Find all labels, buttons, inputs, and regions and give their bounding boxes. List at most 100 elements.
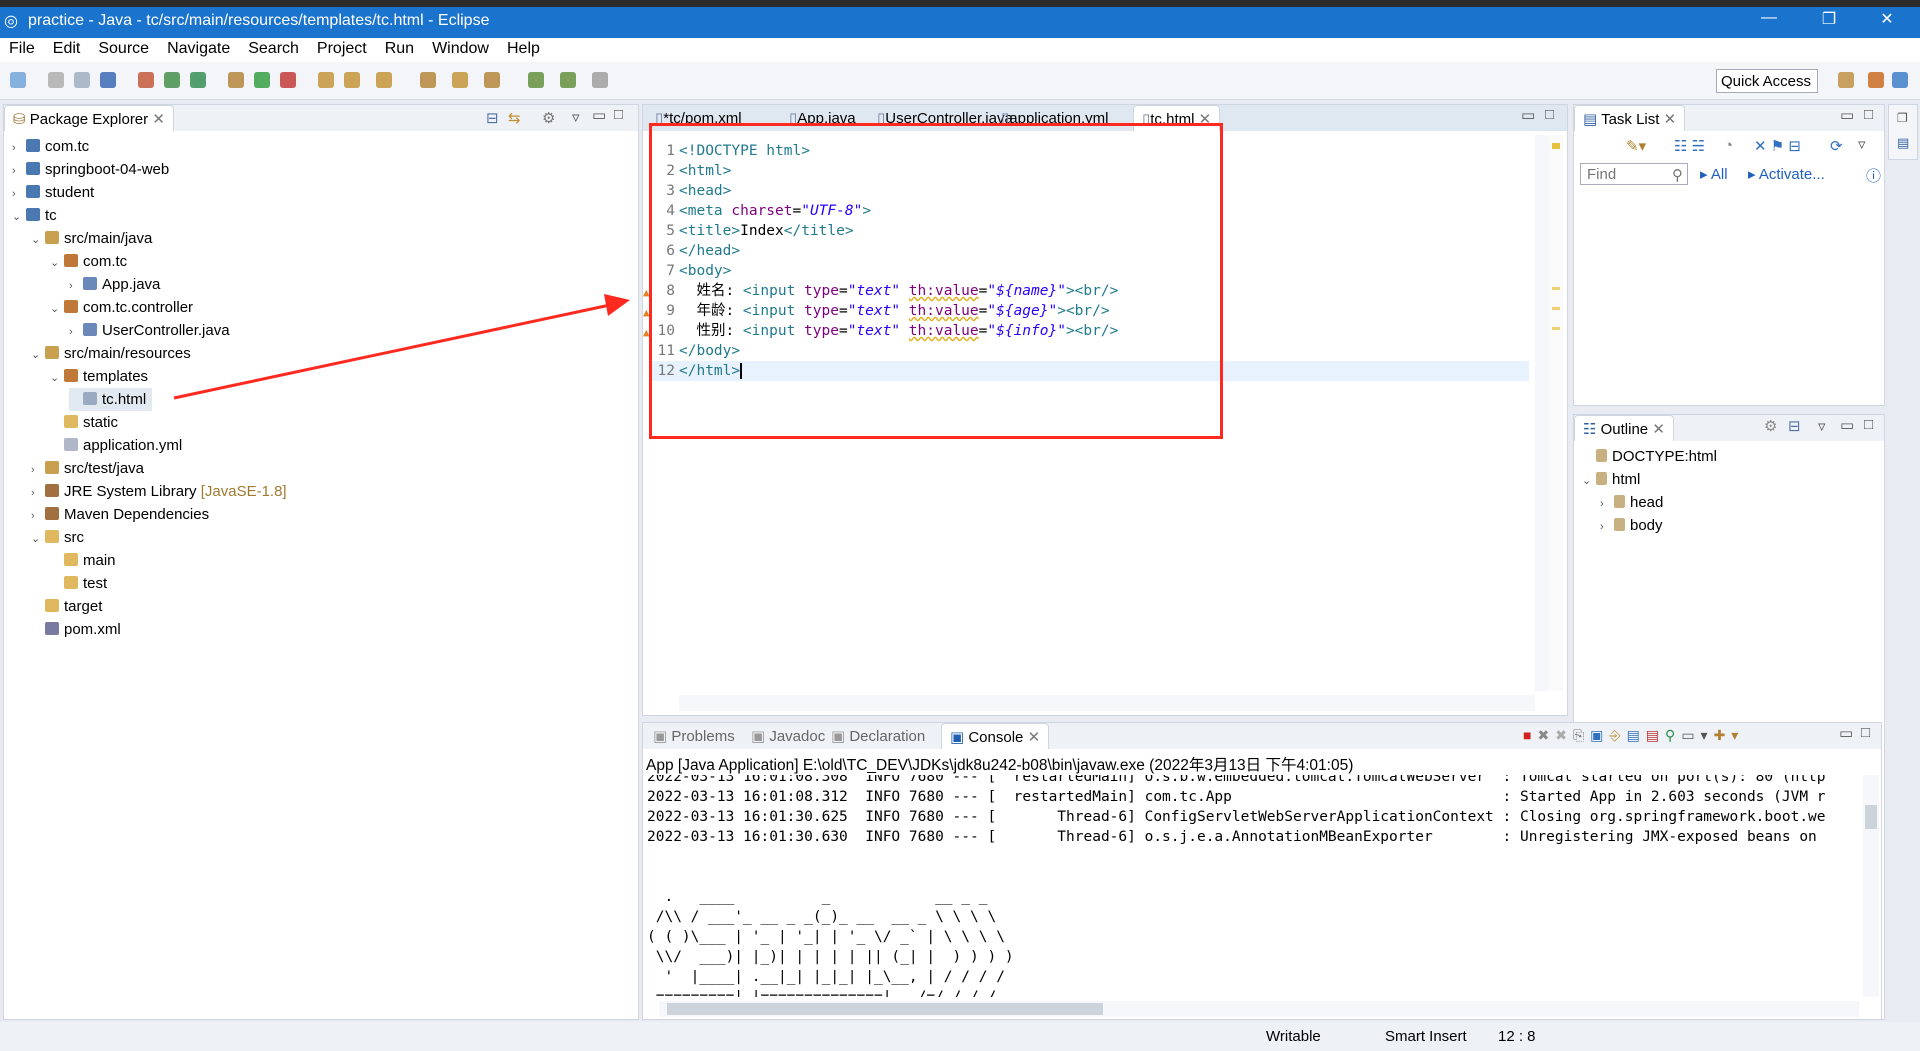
tree-item[interactable]: ⌄ tc [12,204,57,227]
console-tab[interactable]: ▣ Declaration [823,723,933,749]
menu-window[interactable]: Window [423,38,498,62]
vertical-scrollbar[interactable] [1863,775,1879,997]
scroll-lock-icon[interactable]: ▣ [1590,727,1609,743]
remove-launch-icon[interactable]: ✖ [1537,727,1555,743]
twisty-icon[interactable]: ⌄ [1582,470,1596,493]
menu-run[interactable]: Run [376,38,423,62]
open-perspective-icon[interactable] [1838,72,1854,88]
expand-icon[interactable]: › [12,160,26,183]
scrollbar-thumb[interactable] [1865,805,1877,829]
tree-item[interactable]: ⌄ src/main/java [31,227,152,250]
categorize-icon[interactable]: ☷ ☵ [1674,137,1705,155]
warning-marker[interactable] [1552,307,1560,310]
tree-item[interactable]: › student [12,181,94,204]
skip-breakpoints-icon[interactable] [138,72,154,88]
maximize-icon[interactable]: □ [1864,106,1873,123]
new-java-project-icon[interactable] [164,72,180,88]
twisty-icon[interactable]: › [1600,516,1614,539]
warning-marker[interactable] [1552,327,1560,330]
task-list-icon[interactable]: ▤ [1897,135,1909,151]
expand-icon[interactable]: › [31,505,45,528]
tree-item[interactable]: › UserController.java [69,319,230,342]
pin-icon[interactable] [592,72,608,88]
help-icon[interactable]: ⓘ [1866,165,1881,186]
minimize-button[interactable]: — [1746,9,1792,27]
all-link[interactable]: ▸ All [1700,165,1728,183]
new-icon[interactable] [10,72,26,88]
minimize-icon[interactable]: ▭ [1839,724,1853,742]
tree-item[interactable]: ⌄ com.tc [50,250,127,273]
collapse-all-icon[interactable]: ⊟ [486,109,499,127]
hide-completed-icon[interactable]: ✕ ⚑ ⊟ [1754,137,1801,155]
tree-item[interactable]: ⌄ src/main/resources [31,342,191,365]
tree-item[interactable]: application.yml [50,434,182,457]
collapse-icon[interactable]: ⌄ [50,298,64,321]
warning-marker[interactable] [1552,143,1560,149]
console-tab[interactable]: ▣ Problems [645,723,743,749]
outline-item[interactable]: › body [1600,514,1663,537]
close-button[interactable]: ✕ [1864,9,1910,29]
minimize-icon[interactable]: ▭ [592,106,606,124]
menu-edit[interactable]: Edit [44,38,90,62]
tab-outline[interactable]: ☷ Outline ✕ [1574,415,1674,441]
restore-icon[interactable]: ❐ [1897,111,1908,125]
scrollbar-thumb[interactable] [667,1003,1103,1015]
outline-item[interactable]: DOCTYPE:html [1582,445,1717,468]
find-input[interactable]: Find ⚲ [1580,163,1688,185]
tree-item[interactable]: ⌄ templates [50,365,148,388]
tree-item[interactable]: ⌄ com.tc.controller [50,296,193,319]
tree-item[interactable]: › src/test/java [31,457,144,480]
search-icon[interactable] [376,72,392,88]
filter-icon[interactable]: ⚙ [542,109,555,127]
filter-icon[interactable]: ⚙ [1764,417,1777,435]
tree-item[interactable]: pom.xml [31,618,121,641]
new-task-icon[interactable]: ✎▾ [1626,137,1646,155]
tree-item[interactable]: main [50,549,116,572]
show-on-stderr-icon[interactable]: ▤ [1646,727,1665,743]
remove-all-icon[interactable]: ✖ [1555,727,1573,743]
expand-icon[interactable]: › [69,275,83,298]
terminal-icon[interactable] [100,72,116,88]
minimize-icon[interactable]: ▭ [1521,106,1535,124]
console-tab[interactable]: ▣ Javadoc [743,723,833,749]
tree-item[interactable]: ⌄ src [31,526,84,549]
tree-item[interactable]: tc.html [69,388,153,411]
show-on-stdout-icon[interactable]: ▤ [1627,727,1646,743]
forward-icon[interactable] [560,72,576,88]
display-console-icon[interactable]: ▭▾ [1681,727,1713,743]
save-all-icon[interactable] [74,72,90,88]
maximize-icon[interactable]: □ [1861,724,1870,741]
warning-marker[interactable] [1552,287,1560,290]
tree-item[interactable]: › Maven Dependencies [31,503,209,526]
collapse-icon[interactable]: ⌄ [12,206,26,229]
new-class-icon[interactable] [190,72,206,88]
debug-icon[interactable] [228,72,244,88]
java-perspective-icon[interactable] [1892,72,1908,88]
expand-icon[interactable]: › [12,137,26,160]
activate-link[interactable]: ▸ Activate... [1748,165,1825,183]
maximize-icon[interactable]: □ [614,106,623,123]
menu-help[interactable]: Help [498,38,549,62]
maximize-icon[interactable]: □ [1545,106,1554,123]
tree-item[interactable]: › JRE System Library [JavaSE-1.8] [31,480,287,503]
menu-project[interactable]: Project [308,38,376,62]
java-ee-perspective-icon[interactable] [1868,72,1884,88]
next-annotation-icon[interactable] [420,72,436,88]
console-output[interactable]: 2022-03-13 16:01:08.308 INFO 7680 --- [ … [643,775,1861,997]
open-console-icon[interactable]: ✚▾ [1714,727,1745,743]
word-wrap-icon[interactable]: ⎆ [1609,727,1626,743]
save-icon[interactable] [48,72,64,88]
collapse-icon[interactable]: ⌄ [50,367,64,390]
view-menu-icon[interactable]: ▿ [1818,417,1826,435]
terminate-icon[interactable]: ■ [1523,727,1537,743]
close-icon[interactable]: ✕ [152,111,165,128]
twisty-icon[interactable]: › [1600,493,1614,516]
back-icon[interactable] [528,72,544,88]
open-type-icon[interactable] [318,72,334,88]
close-icon[interactable]: ✕ [1664,111,1677,128]
collapse-icon[interactable]: ⌄ [50,252,64,275]
expand-icon[interactable]: › [31,459,45,482]
run-icon[interactable] [254,72,270,88]
menu-search[interactable]: Search [239,38,308,62]
tree-item[interactable]: test [50,572,107,595]
